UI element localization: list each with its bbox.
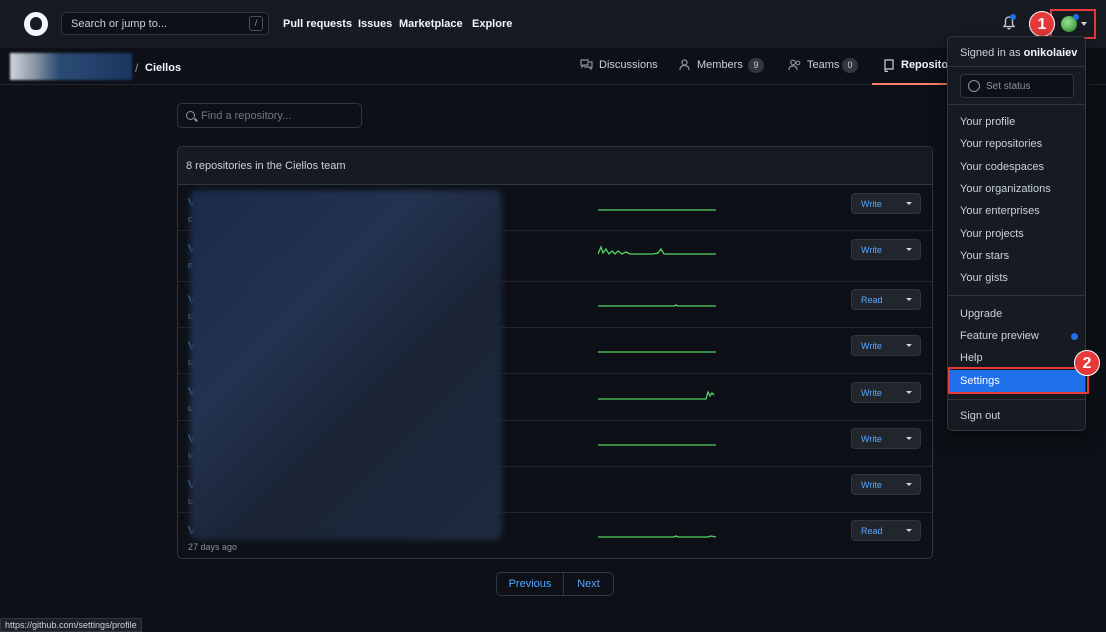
github-logo-icon[interactable] [24, 12, 48, 36]
breadcrumb-separator: / [135, 61, 139, 75]
menu-item-your-profile[interactable]: Your profile [960, 116, 1015, 128]
menu-item-help[interactable]: Help [960, 352, 983, 364]
tab-discussions[interactable]: Discussions [599, 59, 658, 71]
teams-icon [788, 59, 801, 71]
chevron-down-icon [906, 437, 912, 440]
search-shortcut-key: / [249, 16, 263, 31]
pagination: Previous Next [496, 572, 614, 596]
feature-preview-dot [1071, 333, 1078, 340]
divider [948, 399, 1085, 400]
permission-dropdown[interactable]: Write [851, 382, 921, 403]
menu-item-your-gists[interactable]: Your gists [960, 272, 1008, 284]
org-avatar[interactable] [10, 53, 132, 80]
tab-members[interactable]: Members [697, 59, 743, 71]
activity-sparkline [598, 304, 716, 307]
team-subheader: / Ciellos Discussions Members 9 Teams 0 … [0, 48, 1106, 85]
chevron-down-icon [906, 202, 912, 205]
menu-item-your-repositories[interactable]: Your repositories [960, 138, 1042, 150]
nav-explore[interactable]: Explore [472, 18, 512, 30]
search-placeholder: Search or jump to... [71, 18, 167, 30]
next-page-button[interactable]: Next [564, 573, 613, 595]
settings-highlight-box [948, 367, 1089, 394]
permission-label: Write [861, 388, 882, 398]
breadcrumb-team[interactable]: Ciellos [145, 62, 181, 74]
chevron-down-icon [906, 483, 912, 486]
chevron-down-icon [906, 344, 912, 347]
permission-label: Write [861, 199, 882, 209]
chevron-down-icon [906, 248, 912, 251]
permission-label: Write [861, 341, 882, 351]
repositories-list-header: 8 repositories in the Ciellos team [178, 147, 932, 185]
nav-marketplace[interactable]: Marketplace [399, 18, 463, 30]
search-icon [186, 111, 195, 120]
find-repository-placeholder: Find a repository... [201, 110, 292, 122]
permission-dropdown[interactable]: Read [851, 289, 921, 310]
teams-count: 0 [842, 58, 858, 73]
avatar-dropdown-caret-icon[interactable] [1081, 22, 1087, 26]
activity-sparkline [598, 209, 716, 211]
discussions-icon [580, 59, 593, 71]
members-count: 9 [748, 58, 764, 73]
divider [948, 66, 1085, 67]
repo-updated-time: 27 days ago [188, 542, 238, 552]
members-icon [679, 59, 690, 71]
chevron-down-icon [906, 298, 912, 301]
nav-issues[interactable]: Issues [358, 18, 392, 30]
tab-teams[interactable]: Teams [807, 59, 839, 71]
menu-item-your-organizations[interactable]: Your organizations [960, 183, 1051, 195]
find-repository-input[interactable]: Find a repository... [177, 103, 362, 128]
permission-label: Write [861, 245, 882, 255]
menu-item-sign-out[interactable]: Sign out [960, 410, 1000, 422]
permission-dropdown[interactable]: Write [851, 335, 921, 356]
menu-item-your-projects[interactable]: Your projects [960, 228, 1024, 240]
menu-item-your-stars[interactable]: Your stars [960, 250, 1009, 262]
active-tab-underline [872, 83, 948, 85]
permission-label: Read [861, 295, 883, 305]
notification-dot [1010, 14, 1016, 20]
menu-item-your-codespaces[interactable]: Your codespaces [960, 161, 1044, 173]
permission-dropdown[interactable]: Write [851, 428, 921, 449]
chevron-down-icon [906, 529, 912, 532]
permission-label: Read [861, 526, 883, 536]
permission-dropdown[interactable]: Write [851, 193, 921, 214]
menu-item-your-enterprises[interactable]: Your enterprises [960, 205, 1040, 217]
nav-pull-requests[interactable]: Pull requests [283, 18, 352, 30]
activity-sparkline [598, 245, 716, 256]
permission-dropdown[interactable]: Read [851, 520, 921, 541]
permission-dropdown[interactable]: Write [851, 474, 921, 495]
activity-sparkline [598, 444, 716, 446]
previous-page-button[interactable]: Previous [497, 573, 564, 595]
divider [948, 295, 1085, 296]
divider [948, 104, 1085, 105]
search-input[interactable]: Search or jump to... / [61, 12, 269, 35]
avatar-status-dot [1073, 14, 1079, 20]
signed-in-as-label: Signed in as onikolaiev [960, 47, 1078, 59]
menu-item-feature-preview[interactable]: Feature preview [960, 330, 1039, 342]
set-status-button[interactable]: Set status [960, 74, 1074, 98]
set-status-label: Set status [986, 81, 1031, 92]
permission-label: Write [861, 434, 882, 444]
annotation-badge-1: 1 [1029, 11, 1055, 37]
link-status-bar: https://github.com/settings/profile [0, 618, 142, 632]
repo-icon [884, 59, 894, 72]
permission-dropdown[interactable]: Write [851, 239, 921, 260]
permission-label: Write [861, 480, 882, 490]
activity-sparkline [598, 535, 716, 538]
activity-sparkline [598, 351, 716, 353]
top-header: Search or jump to... / Pull requests Iss… [0, 0, 1106, 48]
redacted-repository-names [190, 190, 502, 540]
chevron-down-icon [906, 391, 912, 394]
signed-in-username: onikolaiev [1023, 47, 1078, 59]
annotation-badge-2: 2 [1074, 350, 1100, 376]
repositories-count-title: 8 repositories in the Ciellos team [186, 160, 346, 172]
activity-sparkline [598, 390, 715, 400]
menu-item-upgrade[interactable]: Upgrade [960, 308, 1002, 320]
smiley-icon [968, 80, 980, 92]
